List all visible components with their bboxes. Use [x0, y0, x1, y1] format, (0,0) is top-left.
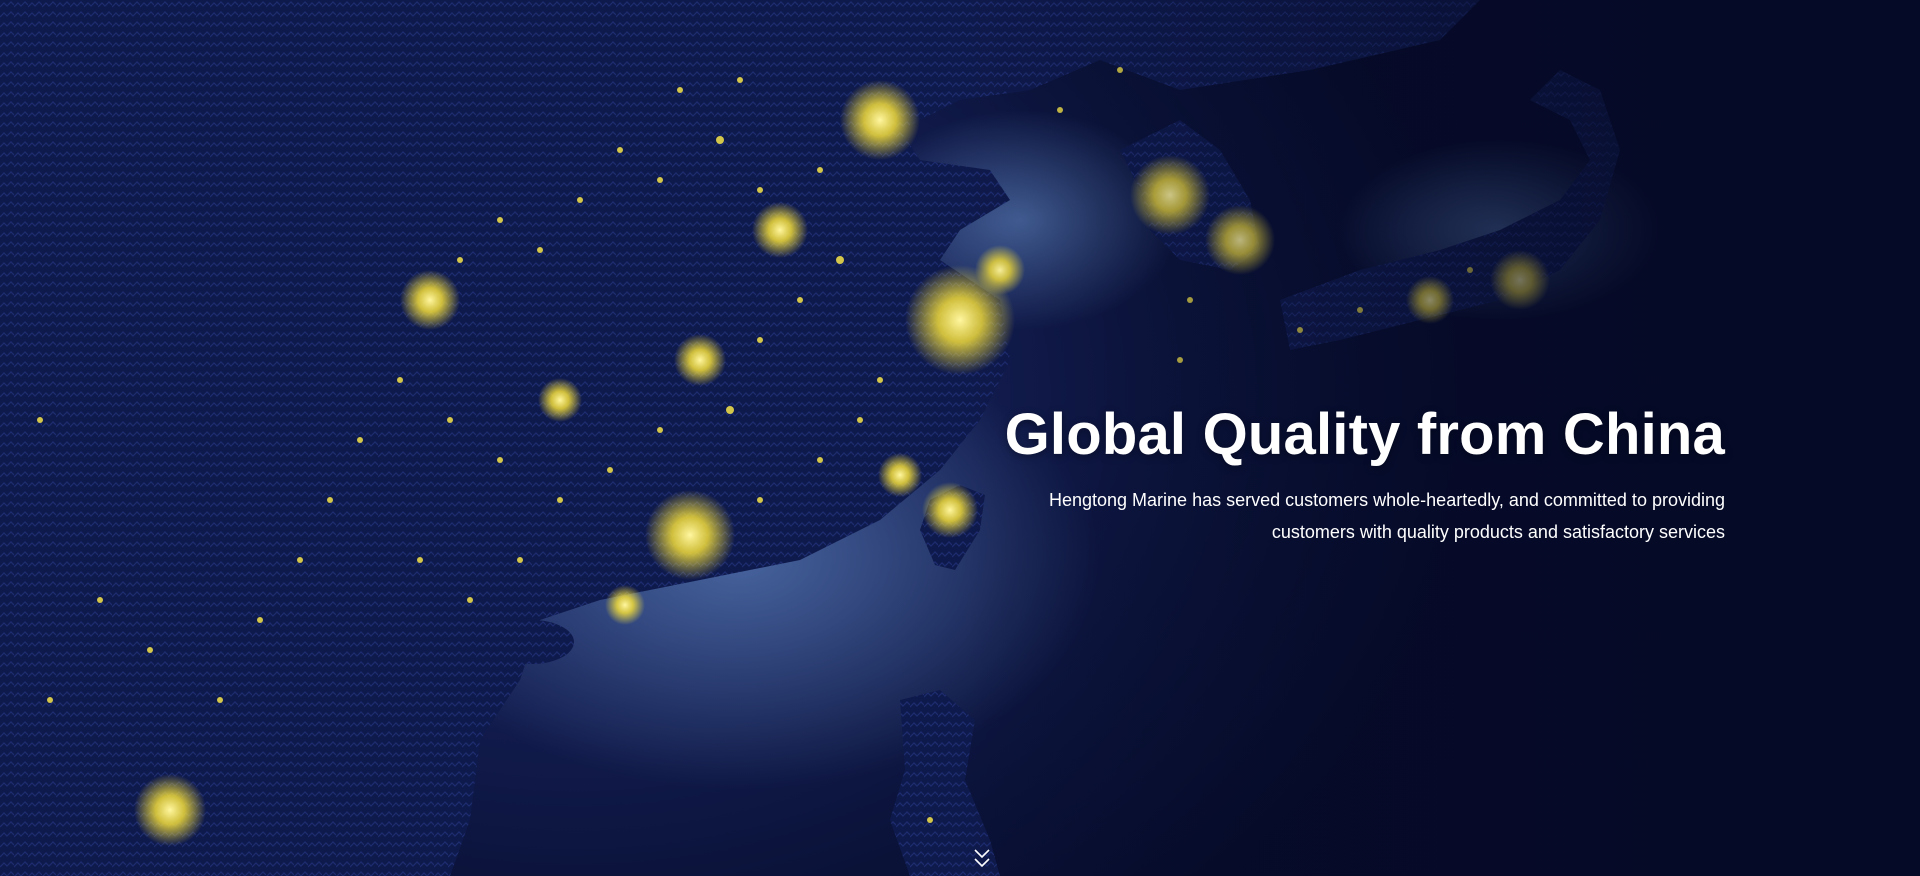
hero-subline: Hengtong Marine has served customers who… [1048, 490, 1725, 542]
hero-banner: Global Quality from China Hengtong Marin… [0, 0, 1920, 876]
hero-copy: Global Quality from China Hengtong Marin… [1005, 400, 1725, 548]
double-chevron-down-icon[interactable] [970, 846, 994, 872]
hero-headline: Global Quality from China [1004, 402, 1725, 467]
